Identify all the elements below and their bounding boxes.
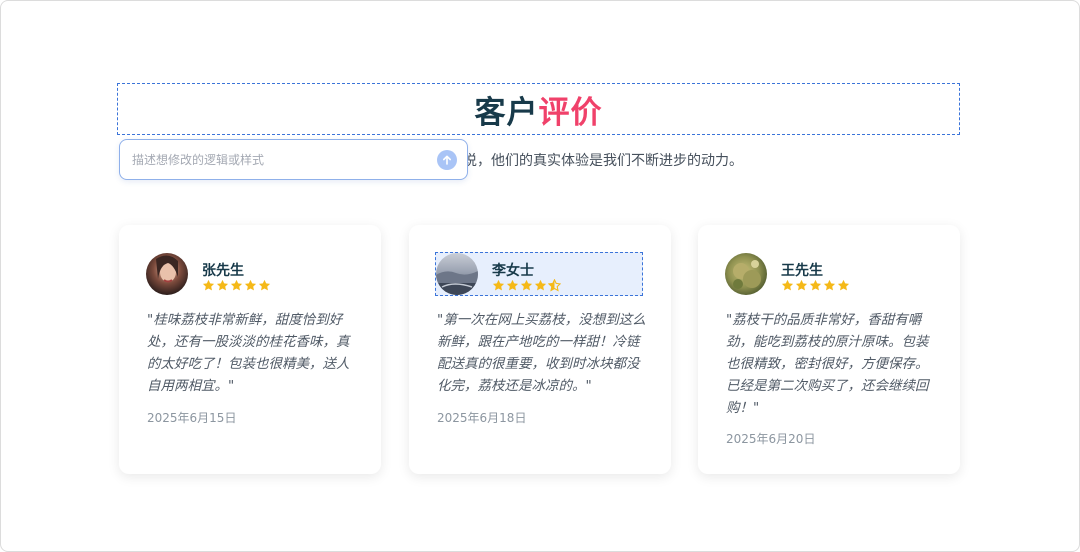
ai-edit-prompt [119,139,468,180]
star-icon [506,279,519,291]
reviewer-name: 王先生 [781,263,823,279]
avatar [436,253,478,295]
reviewer-name: 李女士 [492,263,534,279]
arrow-up-icon [443,155,451,165]
review-date: 2025年6月15日 [147,411,237,425]
rating-stars [492,279,561,292]
send-button[interactable] [437,149,457,170]
star-icon [809,279,822,291]
half-star-icon [548,279,561,292]
star-icon [781,279,794,291]
review-header: 王先生 [724,252,934,296]
reviewer-name: 张先生 [202,263,244,279]
title-part-2: 评价 [538,94,603,131]
review-text: "桂味荔枝非常新鲜，甜度恰到好处，还有一股淡淡的桂花香味，真的太好吃了！包装也很… [147,312,350,394]
section-title: 客户评价 [475,87,603,132]
star-icon [837,279,850,291]
review-card: 王先生 "荔枝干的品质非常好，香甜有嚼劲，能吃到荔枝的原汁原味。包装也很精致，密… [698,225,960,474]
star-icon [244,279,257,291]
review-card: 张先生 "桂味荔枝非常新鲜，甜度恰到好处，还有一股淡淡的桂花香味，真的太好吃了！… [119,225,381,474]
avatar [146,253,188,295]
rating-stars [202,279,271,292]
review-date: 2025年6月18日 [437,411,527,425]
review-card: 李女士 "第一次在网上买荔枝，没想到这么新鲜，跟在产地吃的一样甜！冷链配送真的很… [409,225,671,474]
section-title-box[interactable]: 客户评价 [117,83,960,135]
star-icon [216,279,229,291]
review-date: 2025年6月20日 [726,432,816,446]
avatar [725,253,767,295]
star-icon [230,279,243,291]
star-icon [795,279,808,291]
subtitle-text: 说，他们的真实体验是我们不断进步的动力。 [463,153,743,169]
star-icon [202,279,215,291]
ai-edit-input[interactable] [130,151,437,168]
star-icon [492,279,505,291]
rating-stars [781,279,850,292]
review-header[interactable]: 李女士 [435,252,643,296]
title-part-1: 客户 [474,94,539,131]
review-text: "第一次在网上买荔枝，没想到这么新鲜，跟在产地吃的一样甜！冷链配送真的很重要，收… [437,312,646,394]
review-text: "荔枝干的品质非常好，香甜有嚼劲，能吃到荔枝的原汁原味。包装也很精致，密封很好，… [726,312,929,416]
star-icon [520,279,533,291]
star-icon [258,279,271,291]
review-header: 张先生 [145,252,355,296]
star-icon [534,279,547,291]
star-icon [823,279,836,291]
